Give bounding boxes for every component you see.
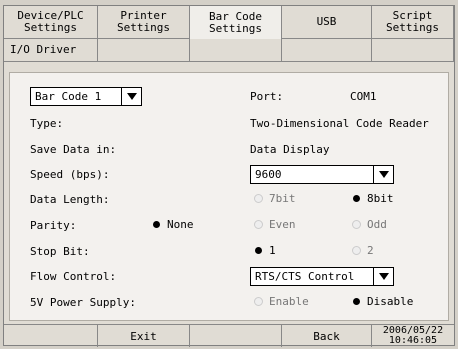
radio-selected-icon: [353, 195, 360, 202]
dropdown-arrow-icon[interactable]: [373, 166, 393, 183]
radio-label: 7bit: [269, 192, 296, 205]
barcode-select-value: Bar Code 1: [35, 90, 102, 103]
tab-script-settings[interactable]: Script Settings: [372, 6, 454, 39]
save-data-label: Save Data in:: [30, 143, 117, 156]
radio-label: 1: [269, 244, 276, 257]
parity-odd-radio[interactable]: Odd: [352, 218, 387, 231]
port-value: COM1: [350, 90, 377, 103]
flow-control-value: RTS/CTS Control: [255, 270, 355, 283]
radio-label: 2: [367, 244, 374, 257]
radio-icon: [352, 246, 361, 255]
data-length-7bit-radio[interactable]: 7bit: [254, 192, 296, 205]
clock-display: 2006/05/22 10:46:05: [382, 325, 444, 346]
save-data-value: Data Display: [250, 143, 330, 156]
radio-label: Disable: [367, 295, 414, 308]
back-button[interactable]: Back: [282, 325, 372, 347]
radio-icon: [254, 194, 263, 203]
power-enable-radio[interactable]: Enable: [254, 295, 309, 308]
dropdown-arrow-icon[interactable]: [373, 268, 393, 285]
footer-bar: Exit Back 2006/05/22 10:46:05: [4, 324, 454, 347]
radio-icon: [254, 297, 263, 306]
stop-bit-1-radio[interactable]: 1: [254, 244, 276, 257]
stop-bit-label: Stop Bit:: [30, 245, 90, 258]
tab-printer-settings[interactable]: Printer Settings: [98, 6, 190, 39]
settings-window: Device/PLC Settings Printer Settings Bar…: [3, 5, 455, 347]
exit-button[interactable]: Exit: [98, 325, 190, 347]
power-disable-radio[interactable]: Disable: [352, 295, 413, 308]
barcode-settings-panel: Bar Code 1 Port: COM1 Type: Two-Dimensio…: [9, 72, 449, 321]
parity-label: Parity:: [30, 219, 77, 232]
footer-empty: [190, 325, 282, 347]
power-supply-label: 5V Power Supply:: [30, 296, 136, 309]
type-value: Two-Dimensional Code Reader: [250, 117, 429, 130]
radio-label: Even: [269, 218, 296, 231]
radio-label: None: [167, 218, 194, 231]
radio-label: 8bit: [367, 192, 394, 205]
radio-icon: [254, 220, 263, 229]
parity-even-radio[interactable]: Even: [254, 218, 296, 231]
stop-bit-2-radio[interactable]: 2: [352, 244, 374, 257]
tab-usb[interactable]: USB: [282, 6, 372, 39]
speed-select-value: 9600: [255, 168, 282, 181]
speed-label: Speed (bps):: [30, 168, 110, 181]
speed-select[interactable]: 9600: [250, 165, 394, 184]
port-label: Port:: [250, 90, 284, 103]
flow-control-label: Flow Control:: [30, 270, 117, 283]
data-length-label: Data Length:: [30, 193, 110, 206]
subtab-empty: [282, 39, 372, 62]
footer-empty: [4, 325, 98, 347]
subtab-empty: [190, 39, 282, 62]
radio-selected-icon: [353, 298, 360, 305]
barcode-select[interactable]: Bar Code 1: [30, 87, 142, 106]
radio-label: Enable: [269, 295, 309, 308]
radio-label: Odd: [367, 218, 387, 231]
parity-none-radio[interactable]: None: [152, 218, 194, 231]
subtab-empty: [98, 39, 190, 62]
dropdown-arrow-icon[interactable]: [121, 88, 141, 105]
radio-selected-icon: [255, 247, 262, 254]
data-length-8bit-radio[interactable]: 8bit: [352, 192, 394, 205]
subtab-io-driver[interactable]: I/O Driver: [4, 39, 98, 62]
tab-bar-code-settings[interactable]: Bar Code Settings: [190, 6, 282, 39]
tab-bar: Device/PLC Settings Printer Settings Bar…: [4, 6, 454, 62]
radio-icon: [352, 220, 361, 229]
tab-device-plc-settings[interactable]: Device/PLC Settings: [4, 6, 98, 39]
radio-selected-icon: [153, 221, 160, 228]
subtab-empty: [372, 39, 454, 62]
type-label: Type:: [30, 117, 64, 130]
flow-control-select[interactable]: RTS/CTS Control: [250, 267, 394, 286]
